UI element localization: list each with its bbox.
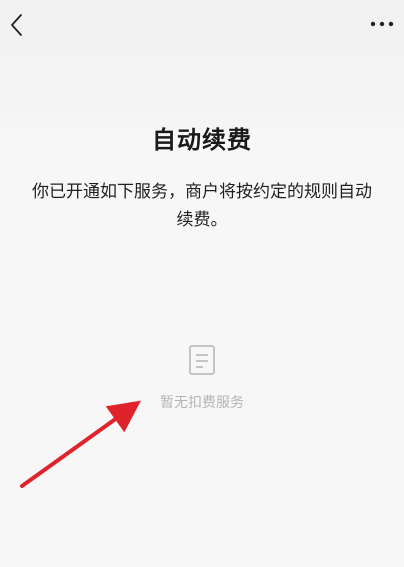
auto-renew-screen: 自动续费 你已开通如下服务，商户将按约定的规则自动续费。 暂无扣费服务 xyxy=(0,0,404,567)
empty-state-text: 暂无扣费服务 xyxy=(160,395,244,411)
more-dots-icon xyxy=(370,21,394,27)
document-icon xyxy=(188,344,216,376)
back-button[interactable] xyxy=(6,12,28,38)
page-description: 你已开通如下服务，商户将按约定的规则自动续费。 xyxy=(32,182,372,230)
page-title: 自动续费 xyxy=(152,126,252,154)
more-button[interactable] xyxy=(368,14,396,34)
chevron-left-icon xyxy=(11,14,22,36)
header-area xyxy=(0,0,404,130)
